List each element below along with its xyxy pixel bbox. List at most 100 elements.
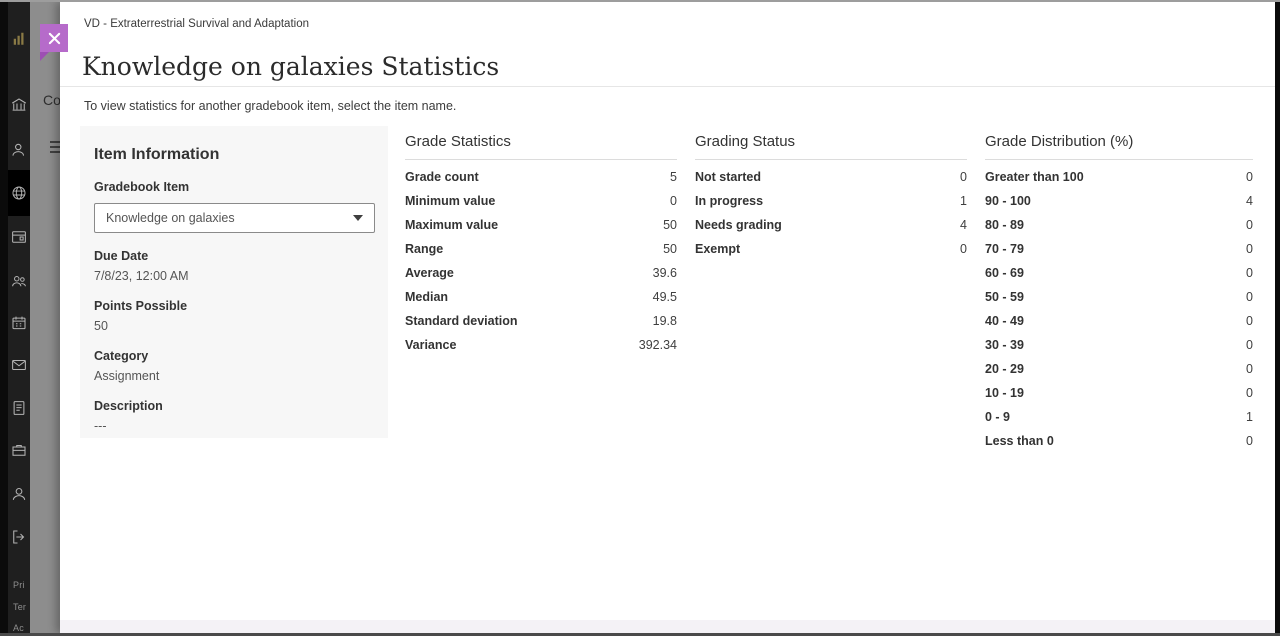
- courses-people-icon[interactable]: [8, 270, 30, 292]
- stat-row: Median 49.5: [405, 285, 677, 309]
- stats-section: Grading Status Not started 0 In progress 1 Ne…: [695, 133, 967, 261]
- stat-label: Standard deviation: [405, 314, 518, 328]
- profile-icon[interactable]: [8, 483, 30, 505]
- stat-label: 80 - 89: [985, 218, 1024, 232]
- stat-label: Grade count: [405, 170, 479, 184]
- item-field-value: 7/8/23, 12:00 AM: [94, 269, 374, 283]
- globe-icon[interactable]: [8, 170, 30, 216]
- institution-icon[interactable]: [8, 94, 30, 116]
- section-title: Grade Distribution (%): [985, 133, 1253, 160]
- stat-value: 0: [1246, 386, 1253, 400]
- list-menu-icon: [50, 139, 60, 160]
- stat-row: Range 50: [405, 237, 677, 261]
- calendar-icon[interactable]: [8, 312, 30, 334]
- stat-label: Average: [405, 266, 454, 280]
- stats-section: Grade Statistics Grade count 5 Minimum valu…: [405, 133, 677, 357]
- stat-value: 0: [960, 242, 967, 256]
- stat-row: Less than 0 0: [985, 429, 1253, 453]
- stat-label: 90 - 100: [985, 194, 1031, 208]
- item-field-label: Description: [94, 399, 374, 413]
- stat-label: Greater than 100: [985, 170, 1084, 184]
- activity-stream-icon[interactable]: [8, 226, 30, 248]
- page-title: Knowledge on galaxies Statistics: [82, 52, 499, 81]
- stat-row: 80 - 89 0: [985, 213, 1253, 237]
- stat-row: Exempt0: [695, 237, 967, 261]
- dimmed-background-page: Co: [30, 2, 60, 633]
- stat-value: 0: [670, 194, 677, 208]
- stat-value: 4: [1246, 194, 1253, 208]
- section-title: Grade Statistics: [405, 133, 677, 160]
- stat-value: 0: [1246, 266, 1253, 280]
- item-field-value: 50: [94, 319, 374, 333]
- stat-row: 0 - 9 1: [985, 405, 1253, 429]
- stat-row: Variance 392.34: [405, 333, 677, 357]
- stat-value: 1: [960, 194, 967, 208]
- course-name: VD - Extraterrestrial Survival and Adapt…: [84, 18, 309, 30]
- stat-row: 90 - 100 4: [985, 189, 1253, 213]
- stat-value: 5: [670, 170, 677, 184]
- stat-value: 392.34: [639, 338, 677, 352]
- window-edge-right: [1275, 0, 1280, 636]
- stat-row: In progress 1: [695, 189, 967, 213]
- gradebook-item-selected-value: Knowledge on galaxies: [106, 211, 235, 225]
- item-field-label: Category: [94, 349, 374, 363]
- tools-icon[interactable]: [8, 439, 30, 461]
- section-title: Grading Status: [695, 133, 967, 160]
- item-information-title: Item Information: [94, 146, 374, 164]
- activity-bars-logo-icon: [8, 27, 30, 49]
- stat-label: 30 - 39: [985, 338, 1024, 352]
- item-field-label: Due Date: [94, 249, 374, 263]
- stat-value: 0: [1246, 338, 1253, 352]
- stat-value: 1: [1246, 410, 1253, 424]
- stat-label: 0 - 9: [985, 410, 1010, 424]
- sign-out-icon[interactable]: [8, 526, 30, 548]
- close-icon: [48, 32, 61, 45]
- stat-value: 0: [1246, 170, 1253, 184]
- gradebook-item-select[interactable]: Knowledge on galaxies: [94, 203, 375, 233]
- messages-icon[interactable]: [8, 354, 30, 376]
- stat-row: Maximum value50: [405, 213, 677, 237]
- stat-label: In progress: [695, 194, 763, 208]
- stat-label: Variance: [405, 338, 456, 352]
- stat-value: 0: [1246, 290, 1253, 304]
- stat-row: 10 - 19 0: [985, 381, 1253, 405]
- item-information-box: Item Information Gradebook Item Knowledg…: [80, 126, 388, 438]
- stat-row: Greater than 100 0: [985, 165, 1253, 189]
- grades-document-icon[interactable]: [8, 397, 30, 419]
- sidebar-footer-link[interactable]: Pri: [13, 580, 25, 590]
- stat-value: 0: [1246, 218, 1253, 232]
- stat-value: 0: [1246, 434, 1253, 448]
- stat-row: 50 - 590: [985, 285, 1253, 309]
- stat-label: Range: [405, 242, 443, 256]
- admin-profile-icon[interactable]: [8, 139, 30, 161]
- stat-row: Average39.6: [405, 261, 677, 285]
- stat-value: 0: [960, 170, 967, 184]
- stat-value: 0: [1246, 242, 1253, 256]
- sidebar-footer-link[interactable]: Ter: [13, 602, 26, 612]
- stat-label: Needs grading: [695, 218, 782, 232]
- window-edge-left: [0, 0, 8, 636]
- close-button[interactable]: [40, 24, 68, 52]
- app-sidebar: Pri Ter Ac: [8, 2, 30, 633]
- stat-label: 10 - 19: [985, 386, 1024, 400]
- stat-row: Minimum value0: [405, 189, 677, 213]
- stat-label: Not started: [695, 170, 761, 184]
- stat-row: Standard deviation 19.8: [405, 309, 677, 333]
- stat-row: Not started 0: [695, 165, 967, 189]
- stat-row: 60 - 690: [985, 261, 1253, 285]
- stat-value: 50: [663, 218, 677, 232]
- chevron-down-icon: [353, 215, 363, 221]
- item-field-value: Assignment: [94, 369, 374, 383]
- stat-value: 19.8: [653, 314, 677, 328]
- stat-label: Median: [405, 290, 448, 304]
- instruction-text: To view statistics for another gradebook…: [84, 99, 456, 113]
- stats-section: Grade Distribution (%) Greater than 100 0 9…: [985, 133, 1253, 453]
- background-partial-text: Co: [43, 92, 60, 108]
- sidebar-footer-link[interactable]: Ac: [13, 623, 24, 633]
- stat-label: 20 - 29: [985, 362, 1024, 376]
- stat-label: 70 - 79: [985, 242, 1024, 256]
- stat-row: 40 - 490: [985, 309, 1253, 333]
- stat-value: 49.5: [653, 290, 677, 304]
- stat-value: 50: [663, 242, 677, 256]
- stat-label: Less than 0: [985, 434, 1054, 448]
